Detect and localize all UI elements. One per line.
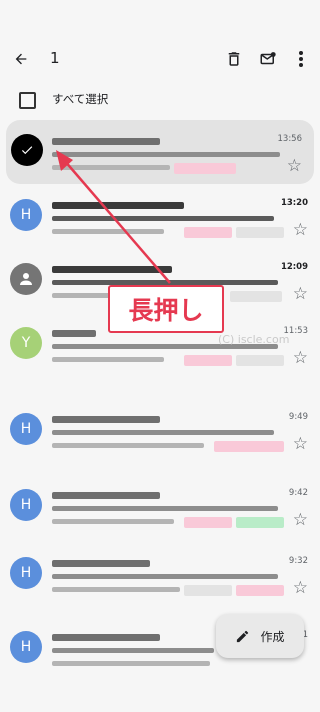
selected-count: 1	[50, 49, 60, 67]
label-chip	[184, 355, 232, 366]
check-icon	[21, 146, 33, 155]
label-chip	[236, 585, 284, 596]
email-sender	[52, 416, 160, 423]
email-subject	[52, 574, 278, 579]
email-subject	[52, 648, 214, 653]
watermark: (C) iscle.com	[218, 333, 290, 346]
sender-avatar[interactable]: H	[10, 413, 42, 445]
person-icon	[20, 273, 32, 285]
compose-label: 作成	[260, 629, 285, 644]
sender-avatar[interactable]: Y	[10, 327, 42, 359]
email-snippet	[52, 519, 174, 524]
email-snippet	[52, 661, 210, 666]
sender-avatar[interactable]: H	[10, 557, 42, 589]
label-chip	[236, 517, 284, 528]
email-snippet	[52, 357, 164, 362]
email-time: 9:32	[288, 556, 308, 566]
star-icon[interactable]: ☆	[293, 436, 308, 453]
star-icon[interactable]: ☆	[293, 350, 308, 367]
email-row-selected[interactable]: 13:56 ☆	[6, 120, 314, 184]
sender-avatar[interactable]: H	[10, 489, 42, 521]
star-icon[interactable]: ☆	[293, 580, 308, 597]
email-subject	[52, 506, 278, 511]
email-sender	[52, 202, 184, 209]
sender-avatar[interactable]: H	[10, 199, 42, 231]
sender-avatar[interactable]	[10, 263, 42, 295]
email-sender	[52, 560, 150, 567]
email-snippet	[52, 587, 180, 592]
label-chip	[236, 227, 284, 238]
star-icon[interactable]: ☆	[293, 512, 308, 529]
back-button[interactable]	[10, 48, 32, 70]
label-chip	[214, 441, 284, 452]
mail-unread-icon	[260, 52, 276, 65]
star-icon[interactable]: ☆	[287, 158, 302, 175]
email-sender	[52, 634, 160, 641]
selected-avatar[interactable]	[11, 134, 43, 166]
email-sender	[52, 266, 172, 273]
email-subject	[52, 152, 280, 157]
mark-unread-button[interactable]	[256, 47, 280, 71]
label-chip	[184, 517, 232, 528]
more-vert-icon	[299, 51, 303, 67]
email-time: 9:49	[288, 412, 308, 422]
email-sender	[52, 138, 160, 145]
email-time: 13:20	[280, 198, 308, 208]
compose-button[interactable]: 作成	[216, 614, 304, 658]
star-icon[interactable]: ☆	[293, 286, 308, 303]
email-subject	[52, 430, 274, 435]
email-snippet	[52, 443, 204, 448]
email-row[interactable]: H 9:32 ☆	[0, 542, 320, 606]
email-row[interactable]: H 9:49 ☆	[0, 398, 320, 462]
email-snippet	[52, 293, 112, 298]
select-all-checkbox[interactable]	[19, 92, 36, 109]
email-sender	[52, 492, 160, 499]
email-time: 13:56	[277, 134, 303, 144]
label-chip	[174, 163, 236, 174]
long-press-callout: 長押し	[108, 285, 224, 333]
star-icon[interactable]: ☆	[293, 222, 308, 239]
select-all-label: すべて選択	[52, 92, 109, 106]
sender-avatar[interactable]: H	[10, 631, 42, 663]
label-chip	[236, 355, 284, 366]
email-snippet	[52, 165, 170, 170]
label-chip	[184, 227, 232, 238]
trash-icon	[228, 52, 240, 66]
email-row[interactable]: H 9:42 ☆	[0, 474, 320, 538]
delete-button[interactable]	[222, 47, 246, 71]
more-options-button[interactable]	[290, 47, 312, 71]
email-time: 12:09	[280, 262, 308, 272]
label-chip	[230, 291, 282, 302]
email-snippet	[52, 229, 164, 234]
top-action-bar: 1 すべて選択	[0, 0, 320, 118]
email-time: 9:42	[288, 488, 308, 498]
email-row[interactable]: H 13:20 ☆	[0, 184, 320, 248]
arrow-back-icon	[15, 53, 27, 65]
label-chip	[184, 585, 232, 596]
email-sender	[52, 330, 96, 337]
email-subject	[52, 216, 274, 221]
pencil-icon	[237, 630, 249, 642]
